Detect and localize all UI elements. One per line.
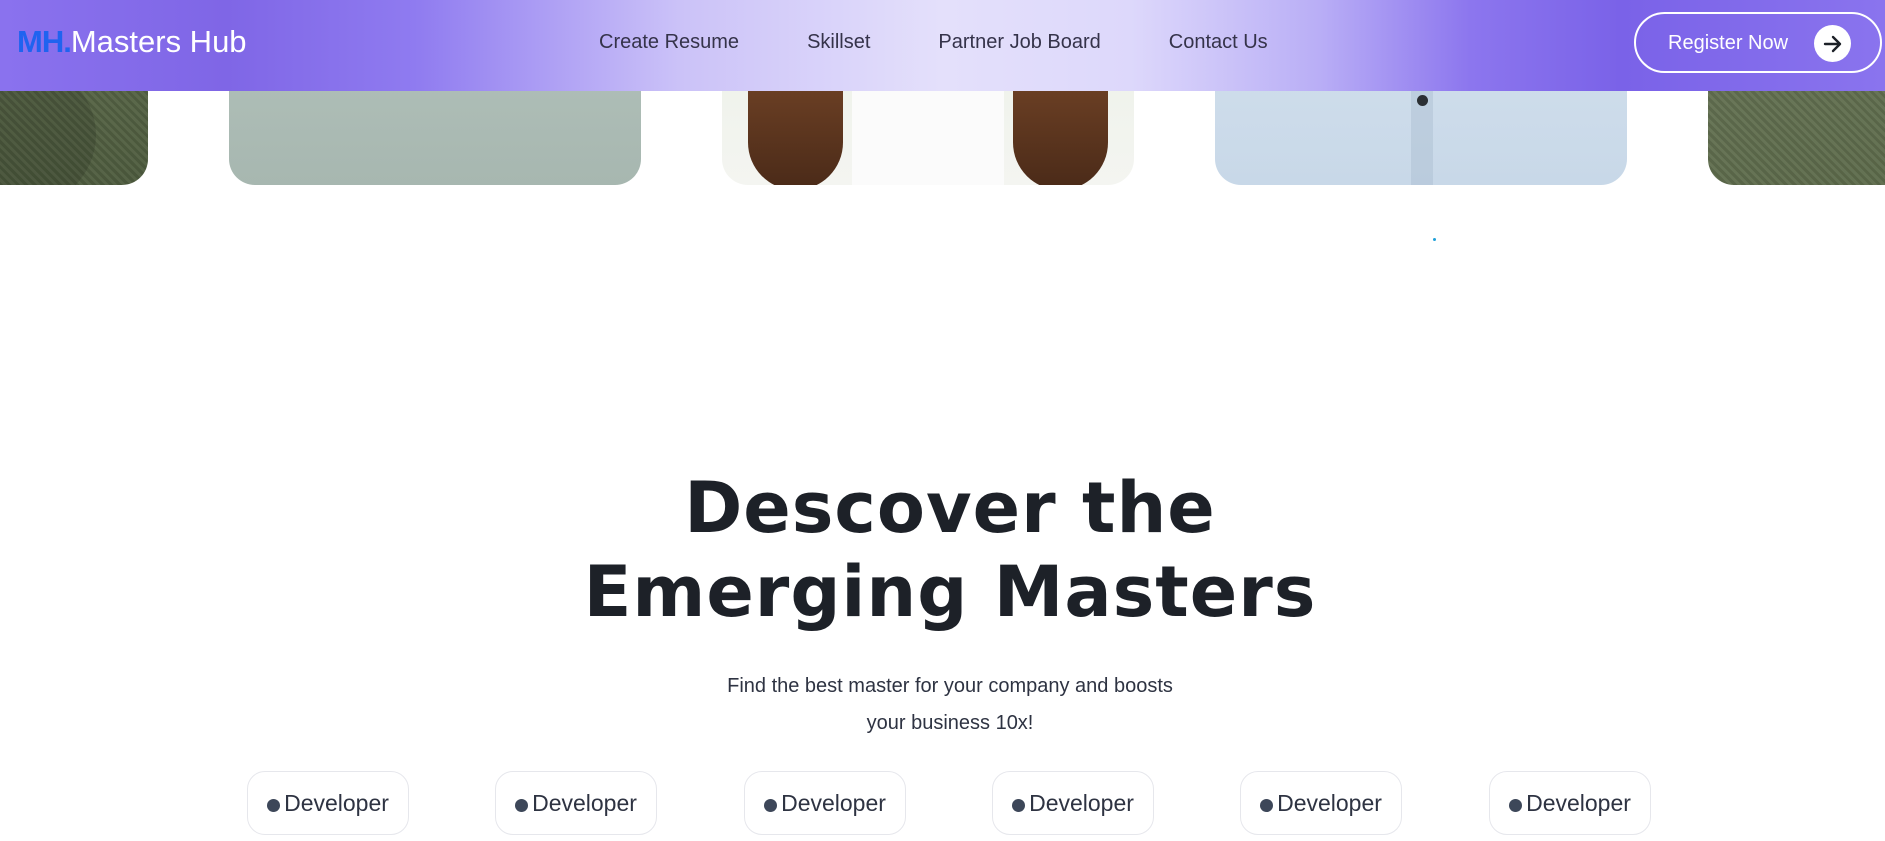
hero-subtitle-line: Find the best master for your company an… <box>727 675 1173 697</box>
page: MH.Masters Hub Create Resume Skillset Pa… <box>0 0 1885 841</box>
dot-icon <box>267 799 281 812</box>
category-chip-label: Developer <box>284 789 389 816</box>
category-chip-label: Developer <box>1029 789 1134 816</box>
logo[interactable]: MH.Masters Hub <box>17 22 247 62</box>
category-chip[interactable]: Developer <box>1240 771 1402 835</box>
dot-icon <box>764 799 778 812</box>
nav-skillset[interactable]: Skillset <box>807 28 870 56</box>
register-now-button[interactable]: Register Now <box>1634 12 1882 73</box>
main-nav: Create Resume Skillset Partner Job Board… <box>599 28 1336 56</box>
category-chip[interactable]: Developer <box>992 771 1154 835</box>
category-chip-label: Developer <box>781 789 886 816</box>
category-chip-label: Developer <box>532 789 637 816</box>
category-chip[interactable]: Developer <box>1489 771 1651 835</box>
category-chip-label: Developer <box>1526 789 1631 816</box>
category-chip[interactable]: Developer <box>744 771 906 835</box>
nav-contact-us[interactable]: Contact Us <box>1169 28 1268 56</box>
category-chip-list: Developer Developer Developer Developer … <box>247 771 1667 837</box>
hero-subtitle: Find the best master for your company an… <box>0 668 1885 742</box>
nav-partner-job-board[interactable]: Partner Job Board <box>938 28 1100 56</box>
register-now-label: Register Now <box>1668 31 1789 54</box>
dot-icon <box>1260 799 1274 812</box>
arrow-right-icon <box>1814 25 1851 62</box>
nav-create-resume[interactable]: Create Resume <box>599 28 739 56</box>
hero-title: Descover the Emerging Masters <box>0 466 1885 634</box>
dot-icon <box>1012 799 1026 812</box>
hero-title-line: Descover the <box>684 467 1216 549</box>
category-chip[interactable]: Developer <box>495 771 657 835</box>
logo-mark: MH. <box>17 24 72 59</box>
logo-text: Masters Hub <box>70 24 247 59</box>
site-header: MH.Masters Hub Create Resume Skillset Pa… <box>0 0 1885 91</box>
hero-title-line: Emerging Masters <box>583 551 1317 633</box>
shirt-button <box>1417 95 1428 106</box>
dot-icon <box>515 799 529 812</box>
carousel-indicator-dot <box>1433 238 1436 241</box>
category-chip-label: Developer <box>1277 789 1382 816</box>
category-chip[interactable]: Developer <box>247 771 409 835</box>
dot-icon <box>1509 799 1523 812</box>
hero-subtitle-line: your business 10x! <box>866 712 1034 734</box>
